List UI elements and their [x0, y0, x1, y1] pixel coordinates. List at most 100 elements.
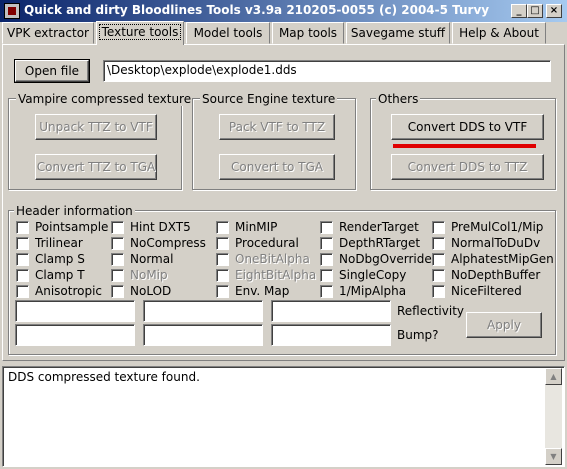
- checkbox-label: NoMip: [130, 268, 168, 282]
- checkbox-box[interactable]: [432, 252, 445, 266]
- checkbox-label: NoDbgOverride: [339, 252, 432, 266]
- bump-field[interactable]: [271, 324, 391, 346]
- checkbox-procedural[interactable]: Procedural: [216, 235, 299, 251]
- checkbox-nicefiltered[interactable]: NiceFiltered: [432, 283, 522, 299]
- checkbox-box[interactable]: [320, 220, 333, 234]
- checkbox-box[interactable]: [16, 236, 29, 250]
- checkbox-box[interactable]: [216, 268, 229, 282]
- checkbox-box[interactable]: [432, 236, 445, 250]
- checkbox-box[interactable]: [216, 284, 229, 298]
- checkbox-label: Clamp T: [35, 268, 85, 282]
- convert-ttz-tga-button[interactable]: Convert TTZ to TGA: [35, 154, 157, 180]
- checkbox-box[interactable]: [432, 220, 445, 234]
- checkbox-label: Hint DXT5: [130, 220, 191, 234]
- checkbox-clamp-s[interactable]: Clamp S: [16, 251, 85, 267]
- open-file-button[interactable]: Open file: [14, 59, 90, 83]
- convert-dds-vtf-button[interactable]: Convert DDS to VTF: [391, 114, 544, 140]
- checkbox-box[interactable]: [320, 252, 333, 266]
- tab-vpk-extractor[interactable]: VPK extractor: [2, 22, 94, 44]
- pack-vtf-button[interactable]: Pack VTF to TTZ: [219, 114, 335, 140]
- checkbox-depthrtarget[interactable]: DepthRTarget: [320, 235, 420, 251]
- scroll-up-icon[interactable]: ▲: [545, 368, 562, 385]
- checkbox-nocompress[interactable]: NoCompress: [111, 235, 206, 251]
- checkbox-normal[interactable]: Normal: [111, 251, 173, 267]
- unpack-ttz-button[interactable]: Unpack TTZ to VTF: [35, 114, 157, 140]
- convert-to-tga-button[interactable]: Convert to TGA: [219, 154, 335, 180]
- checkbox-normaltodudv[interactable]: NormalToDuDv: [432, 235, 540, 251]
- scroll-down-icon[interactable]: ▼: [545, 448, 562, 465]
- checkbox-nomip[interactable]: NoMip: [111, 267, 168, 283]
- header-field-2[interactable]: [143, 300, 263, 322]
- checkbox-clamp-t[interactable]: Clamp T: [16, 267, 85, 283]
- checkbox-box[interactable]: [16, 268, 29, 282]
- checkbox-onebitalpha[interactable]: OneBitAlpha: [216, 251, 310, 267]
- checkbox-box[interactable]: [111, 252, 124, 266]
- checkbox-box[interactable]: [320, 236, 333, 250]
- checkbox-label: AlphatestMipGen: [451, 252, 554, 266]
- checkbox-trilinear[interactable]: Trilinear: [16, 235, 83, 251]
- checkbox-box[interactable]: [216, 236, 229, 250]
- checkbox-label: EightBitAlpha: [235, 268, 317, 282]
- checkbox-label: Clamp S: [35, 252, 85, 266]
- header-info-group-title: Header information: [14, 204, 135, 218]
- bump-label: Bump?: [397, 328, 439, 342]
- checkbox-eightbitalpha[interactable]: EightBitAlpha: [216, 267, 316, 283]
- checkbox-label: 1/MipAlpha: [339, 284, 407, 298]
- log-scrollbar[interactable]: ▲ ▼: [545, 368, 562, 465]
- checkbox-box[interactable]: [432, 268, 445, 282]
- tab-help-about[interactable]: Help & About: [452, 22, 546, 44]
- apply-button[interactable]: Apply: [466, 312, 542, 338]
- checkbox-label: Normal: [130, 252, 174, 266]
- tab-map-tools[interactable]: Map tools: [272, 22, 344, 44]
- checkbox-box[interactable]: [16, 252, 29, 266]
- reflectivity-field[interactable]: [271, 300, 391, 322]
- checkbox-label: DepthRTarget: [339, 236, 421, 250]
- close-button[interactable]: ×: [546, 4, 562, 18]
- checkbox-label: NoCompress: [130, 236, 206, 250]
- checkbox-label: MinMIP: [235, 220, 278, 234]
- checkbox-anisotropic[interactable]: Anisotropic: [16, 283, 102, 299]
- reflectivity-label: Reflectivity: [397, 304, 465, 318]
- app-icon[interactable]: [4, 3, 20, 19]
- checkbox-box[interactable]: [320, 268, 333, 282]
- checkbox-label: NoDepthBuffer: [451, 268, 541, 282]
- tab-savegame-stuff[interactable]: Savegame stuff: [346, 22, 450, 44]
- file-path-field[interactable]: \Desktop\explode\explode1.dds: [103, 60, 551, 82]
- checkbox-box[interactable]: [216, 252, 229, 266]
- tab-texture-tools[interactable]: Texture tools: [96, 21, 184, 45]
- checkbox-1-mipalpha[interactable]: 1/MipAlpha: [320, 283, 406, 299]
- checkbox-box[interactable]: [16, 284, 29, 298]
- checkbox-nodepthbuffer[interactable]: NoDepthBuffer: [432, 267, 540, 283]
- checkbox-hint-dxt5[interactable]: Hint DXT5: [111, 219, 191, 235]
- checkbox-premulcol1-mip[interactable]: PreMulCol1/Mip: [432, 219, 543, 235]
- checkbox-singlecopy[interactable]: SingleCopy: [320, 267, 406, 283]
- checkbox-box[interactable]: [16, 220, 29, 234]
- maximize-button[interactable]: □: [527, 4, 543, 18]
- checkbox-nolod[interactable]: NoLOD: [111, 283, 171, 299]
- checkbox-nodbgoverride[interactable]: NoDbgOverride: [320, 251, 432, 267]
- minimize-button[interactable]: _: [511, 4, 527, 18]
- checkbox-rendertarget[interactable]: RenderTarget: [320, 219, 419, 235]
- convert-dds-ttz-button[interactable]: Convert DDS to TTZ: [391, 154, 544, 180]
- checkbox-label: NormalToDuDv: [451, 236, 541, 250]
- checkbox-box[interactable]: [111, 220, 124, 234]
- checkbox-label: PreMulCol1/Mip: [451, 220, 544, 234]
- header-field-1[interactable]: [15, 300, 135, 322]
- checkbox-box[interactable]: [320, 284, 333, 298]
- title-bar[interactable]: Quick and dirty Bloodlines Tools v3.9a 2…: [0, 0, 567, 22]
- checkbox-alphatestmipgen[interactable]: AlphatestMipGen: [432, 251, 554, 267]
- checkbox-box[interactable]: [111, 268, 124, 282]
- checkbox-label: Anisotropic: [35, 284, 103, 298]
- vampire-texture-group-title: Vampire compressed texture: [16, 92, 194, 106]
- checkbox-box[interactable]: [216, 220, 229, 234]
- checkbox-pointsample[interactable]: Pointsample: [16, 219, 108, 235]
- checkbox-box[interactable]: [432, 284, 445, 298]
- checkbox-env-map[interactable]: Env. Map: [216, 283, 289, 299]
- header-field-3[interactable]: [15, 324, 135, 346]
- tab-model-tools[interactable]: Model tools: [186, 22, 270, 44]
- checkbox-minmip[interactable]: MinMIP: [216, 219, 277, 235]
- header-field-4[interactable]: [143, 324, 263, 346]
- checkbox-box[interactable]: [111, 236, 124, 250]
- checkbox-box[interactable]: [111, 284, 124, 298]
- checkbox-label: Env. Map: [235, 284, 290, 298]
